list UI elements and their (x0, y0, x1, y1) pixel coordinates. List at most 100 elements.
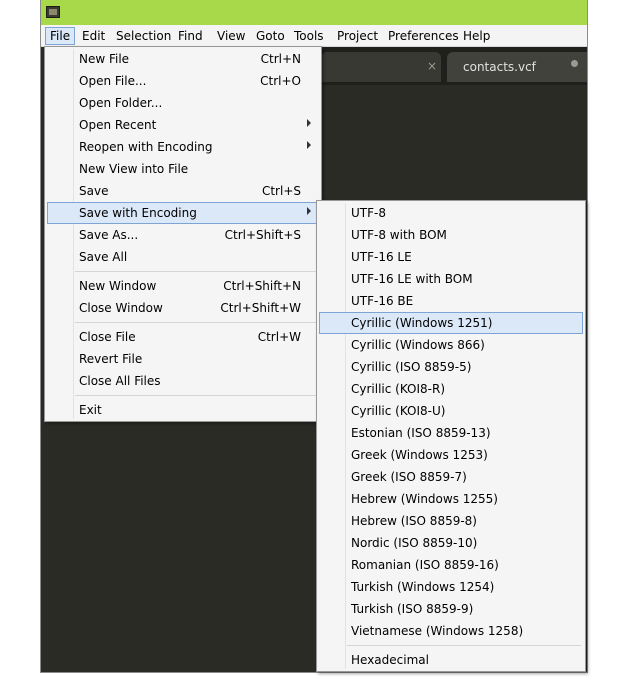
menu-item-label: Save (79, 184, 109, 198)
file-menu-item-new-file[interactable]: New File Ctrl+N (47, 48, 319, 70)
menu-item-label: Open Folder... (79, 96, 163, 110)
menu-selection[interactable]: Selection (112, 27, 175, 45)
encoding-item-nordic-iso-8859-10[interactable]: Nordic (ISO 8859-10) (319, 532, 583, 554)
encoding-item-utf-8[interactable]: UTF-8 (319, 202, 583, 224)
submenu-arrow-icon (307, 119, 311, 127)
menu-item-label: Reopen with Encoding (79, 140, 213, 154)
menu-separator (75, 271, 317, 272)
menu-item-label: Greek (Windows 1253) (351, 448, 488, 462)
encoding-item-greek-windows-1253[interactable]: Greek (Windows 1253) (319, 444, 583, 466)
menu-separator (347, 645, 581, 646)
menu-item-shortcut: Ctrl+Shift+S (224, 228, 301, 242)
menu-item-label: New File (79, 52, 130, 66)
menu-item-label: UTF-16 LE (351, 250, 412, 264)
submenu-arrow-icon (307, 141, 311, 149)
menu-item-label: Hexadecimal (351, 653, 429, 667)
menu-item-label: UTF-8 with BOM (351, 228, 447, 242)
menu-item-label: Cyrillic (KOI8-R) (351, 382, 446, 396)
menu-item-label: Close Window (79, 301, 163, 315)
menu-item-label: UTF-8 (351, 206, 386, 220)
file-menu-item-save[interactable]: Save Ctrl+S (47, 180, 319, 202)
file-menu-item-save-as[interactable]: Save As... Ctrl+Shift+S (47, 224, 319, 246)
menu-item-label: Exit (79, 403, 102, 417)
menu-item-label: Save with Encoding (79, 206, 197, 220)
encoding-item-greek-iso-8859-7[interactable]: Greek (ISO 8859-7) (319, 466, 583, 488)
menu-item-label: Open File... (79, 74, 147, 88)
file-menu-item-new-view[interactable]: New View into File (47, 158, 319, 180)
encoding-item-turkish-windows-1254[interactable]: Turkish (Windows 1254) (319, 576, 583, 598)
encoding-item-cyrillic-koi8-u[interactable]: Cyrillic (KOI8-U) (319, 400, 583, 422)
menu-item-shortcut: Ctrl+W (257, 330, 301, 344)
encoding-item-utf-8-bom[interactable]: UTF-8 with BOM (319, 224, 583, 246)
tab-contacts[interactable]: contacts.vcf (447, 52, 587, 82)
file-menu-item-open-file[interactable]: Open File... Ctrl+O (47, 70, 319, 92)
menu-tools[interactable]: Tools (290, 27, 328, 45)
menu-view[interactable]: View (213, 27, 249, 45)
menu-item-label: Cyrillic (Windows 1251) (351, 316, 493, 330)
menu-item-label: Greek (ISO 8859-7) (351, 470, 467, 484)
menu-file[interactable]: File (45, 27, 76, 45)
menu-edit[interactable]: Edit (78, 27, 109, 45)
menu-item-label: Hebrew (Windows 1255) (351, 492, 498, 506)
menu-item-label: UTF-16 BE (351, 294, 414, 308)
file-menu-item-save-all[interactable]: Save All (47, 246, 319, 268)
menu-item-label: Estonian (ISO 8859-13) (351, 426, 491, 440)
menu-item-shortcut: Ctrl+N (260, 52, 301, 66)
menu-item-label: Turkish (ISO 8859-9) (351, 602, 474, 616)
encoding-item-cyrillic-windows-1251[interactable]: Cyrillic (Windows 1251) (319, 312, 583, 334)
menu-preferences[interactable]: Preferences (384, 27, 463, 45)
encoding-item-hexadecimal[interactable]: Hexadecimal (319, 649, 583, 671)
menu-item-label: Revert File (79, 352, 143, 366)
encoding-item-hebrew-windows-1255[interactable]: Hebrew (Windows 1255) (319, 488, 583, 510)
file-menu-item-save-with-encoding[interactable]: Save with Encoding (47, 202, 319, 224)
encoding-item-utf-16-le[interactable]: UTF-16 LE (319, 246, 583, 268)
menu-separator (75, 395, 317, 396)
encoding-item-cyrillic-windows-866[interactable]: Cyrillic (Windows 866) (319, 334, 583, 356)
menu-project[interactable]: Project (333, 27, 382, 45)
file-menu-item-close-file[interactable]: Close File Ctrl+W (47, 326, 319, 348)
menu-item-label: Romanian (ISO 8859-16) (351, 558, 499, 572)
file-menu-item-revert-file[interactable]: Revert File (47, 348, 319, 370)
menu-item-label: Cyrillic (Windows 866) (351, 338, 485, 352)
encoding-item-estonian-iso-8859-13[interactable]: Estonian (ISO 8859-13) (319, 422, 583, 444)
menu-item-shortcut: Ctrl+Shift+W (220, 301, 301, 315)
file-menu-item-exit[interactable]: Exit (47, 399, 319, 421)
encoding-submenu: UTF-8 UTF-8 with BOM UTF-16 LE UTF-16 LE… (316, 200, 586, 672)
file-menu-item-open-recent[interactable]: Open Recent (47, 114, 319, 136)
menu-find[interactable]: Find (174, 27, 207, 45)
menu-item-label: Vietnamese (Windows 1258) (351, 624, 524, 638)
encoding-item-turkish-iso-8859-9[interactable]: Turkish (ISO 8859-9) (319, 598, 583, 620)
menu-item-label: Save All (79, 250, 128, 264)
unsaved-dot-icon[interactable] (571, 60, 578, 67)
menu-bar: File Edit Selection Find View Goto Tools… (41, 25, 587, 47)
encoding-item-hebrew-iso-8859-8[interactable]: Hebrew (ISO 8859-8) (319, 510, 583, 532)
menu-item-label: Close File (79, 330, 136, 344)
file-menu-item-reopen-with-encoding[interactable]: Reopen with Encoding (47, 136, 319, 158)
menu-item-label: Close All Files (79, 374, 161, 388)
menu-help[interactable]: Help (459, 27, 494, 45)
encoding-item-romanian-iso-8859-16[interactable]: Romanian (ISO 8859-16) (319, 554, 583, 576)
encoding-item-cyrillic-koi8-r[interactable]: Cyrillic (KOI8-R) (319, 378, 583, 400)
tab-close-icon[interactable]: × (427, 59, 437, 73)
encoding-item-utf-16-le-bom[interactable]: UTF-16 LE with BOM (319, 268, 583, 290)
menu-item-label: Cyrillic (KOI8-U) (351, 404, 446, 418)
title-bar (41, 0, 587, 25)
app-icon[interactable] (46, 6, 60, 18)
menu-separator (75, 322, 317, 323)
encoding-item-cyrillic-iso-8859-5[interactable]: Cyrillic (ISO 8859-5) (319, 356, 583, 378)
tab-background[interactable]: × (321, 52, 441, 82)
file-menu-item-close-window[interactable]: Close Window Ctrl+Shift+W (47, 297, 319, 319)
menu-item-label: Cyrillic (ISO 8859-5) (351, 360, 472, 374)
file-menu-item-close-all-files[interactable]: Close All Files (47, 370, 319, 392)
menu-item-label: Hebrew (ISO 8859-8) (351, 514, 477, 528)
menu-item-label: UTF-16 LE with BOM (351, 272, 473, 286)
file-menu-item-new-window[interactable]: New Window Ctrl+Shift+N (47, 275, 319, 297)
menu-goto[interactable]: Goto (252, 27, 289, 45)
file-menu-item-open-folder[interactable]: Open Folder... (47, 92, 319, 114)
encoding-item-vietnamese-windows-1258[interactable]: Vietnamese (Windows 1258) (319, 620, 583, 642)
encoding-item-utf-16-be[interactable]: UTF-16 BE (319, 290, 583, 312)
menu-item-label: New Window (79, 279, 157, 293)
menu-item-shortcut: Ctrl+Shift+N (223, 279, 301, 293)
menu-item-label: New View into File (79, 162, 189, 176)
submenu-arrow-icon (307, 207, 311, 215)
